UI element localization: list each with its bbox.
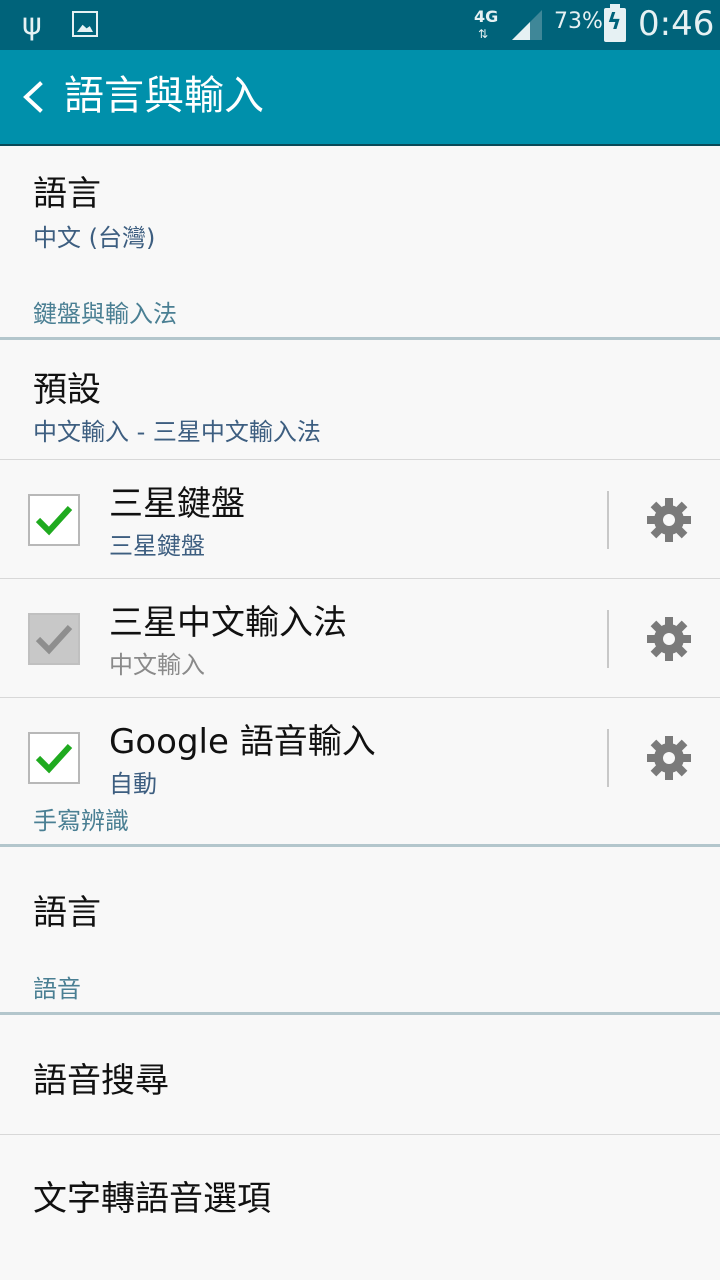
check-icon — [35, 743, 73, 774]
ime-subtitle: 自動 — [109, 770, 157, 798]
settings-list: 語言 中文 (台灣) 鍵盤與輸入法 預設 中文輸入 - 三星中文輸入法 三星鍵盤… — [0, 146, 720, 1219]
gear-icon[interactable] — [645, 615, 693, 663]
gear-icon[interactable] — [645, 496, 693, 544]
network-arrows: ⇅ — [478, 27, 489, 41]
ime-row-google-voice[interactable]: Google 語音輸入 自動 — [0, 698, 720, 818]
ime-checkbox[interactable] — [28, 732, 80, 784]
ime-checkbox — [28, 613, 80, 665]
ime-title: 三星中文輸入法 — [109, 603, 347, 643]
default-ime-setting[interactable]: 預設 中文輸入 - 三星中文輸入法 — [0, 340, 720, 460]
app-bar: 語言與輸入 — [0, 50, 720, 146]
section-header-handwriting-label: 手寫辨識 — [33, 807, 129, 835]
voice-search-title: 語音搜尋 — [33, 1061, 169, 1101]
divider — [607, 610, 609, 668]
battery-charging-icon: ϟ — [604, 4, 626, 42]
ime-title: Google 語音輸入 — [109, 722, 376, 762]
divider — [607, 491, 609, 549]
check-icon — [35, 624, 73, 655]
default-title: 預設 — [33, 370, 101, 410]
page-title: 語言與輸入 — [64, 73, 264, 119]
voice-search-setting[interactable]: 語音搜尋 — [0, 1015, 720, 1135]
status-bar: ψ 4G ⇅ 73% ϟ 0:46 — [0, 0, 720, 50]
tts-options-setting[interactable]: 文字轉語音選項 — [0, 1135, 720, 1219]
ime-row-samsung-chinese[interactable]: 三星中文輸入法 中文輸入 — [0, 579, 720, 698]
section-header-voice: 語音 — [0, 969, 720, 1015]
chevron-left-icon[interactable] — [14, 72, 54, 122]
image-icon — [72, 11, 98, 37]
ime-checkbox[interactable] — [28, 494, 80, 546]
check-icon — [35, 505, 73, 536]
ime-subtitle: 三星鍵盤 — [109, 532, 205, 560]
tts-options-title: 文字轉語音選項 — [33, 1179, 271, 1219]
section-header-voice-label: 語音 — [33, 975, 81, 1003]
ime-row-samsung-keyboard[interactable]: 三星鍵盤 三星鍵盤 — [0, 460, 720, 579]
language-setting[interactable]: 語言 中文 (台灣) — [0, 146, 720, 270]
section-header-handwriting: 手寫辨識 — [0, 807, 720, 847]
section-header-keyboard: 鍵盤與輸入法 — [0, 270, 720, 340]
network-type: 4G — [474, 7, 499, 26]
ime-title: 三星鍵盤 — [109, 484, 245, 524]
language-value: 中文 (台灣) — [33, 224, 156, 252]
ime-subtitle: 中文輸入 — [109, 651, 205, 679]
section-header-keyboard-label: 鍵盤與輸入法 — [33, 300, 177, 328]
gear-icon[interactable] — [645, 734, 693, 782]
language-title: 語言 — [33, 174, 101, 214]
handwriting-language-title: 語言 — [33, 893, 101, 933]
usb-icon: ψ — [22, 7, 42, 42]
handwriting-language-setting[interactable]: 語言 — [0, 847, 720, 969]
battery-percent: 73% — [554, 9, 603, 34]
default-value: 中文輸入 - 三星中文輸入法 — [33, 418, 321, 446]
signal-icon — [512, 10, 542, 40]
clock: 0:46 — [638, 4, 715, 44]
divider — [607, 729, 609, 787]
